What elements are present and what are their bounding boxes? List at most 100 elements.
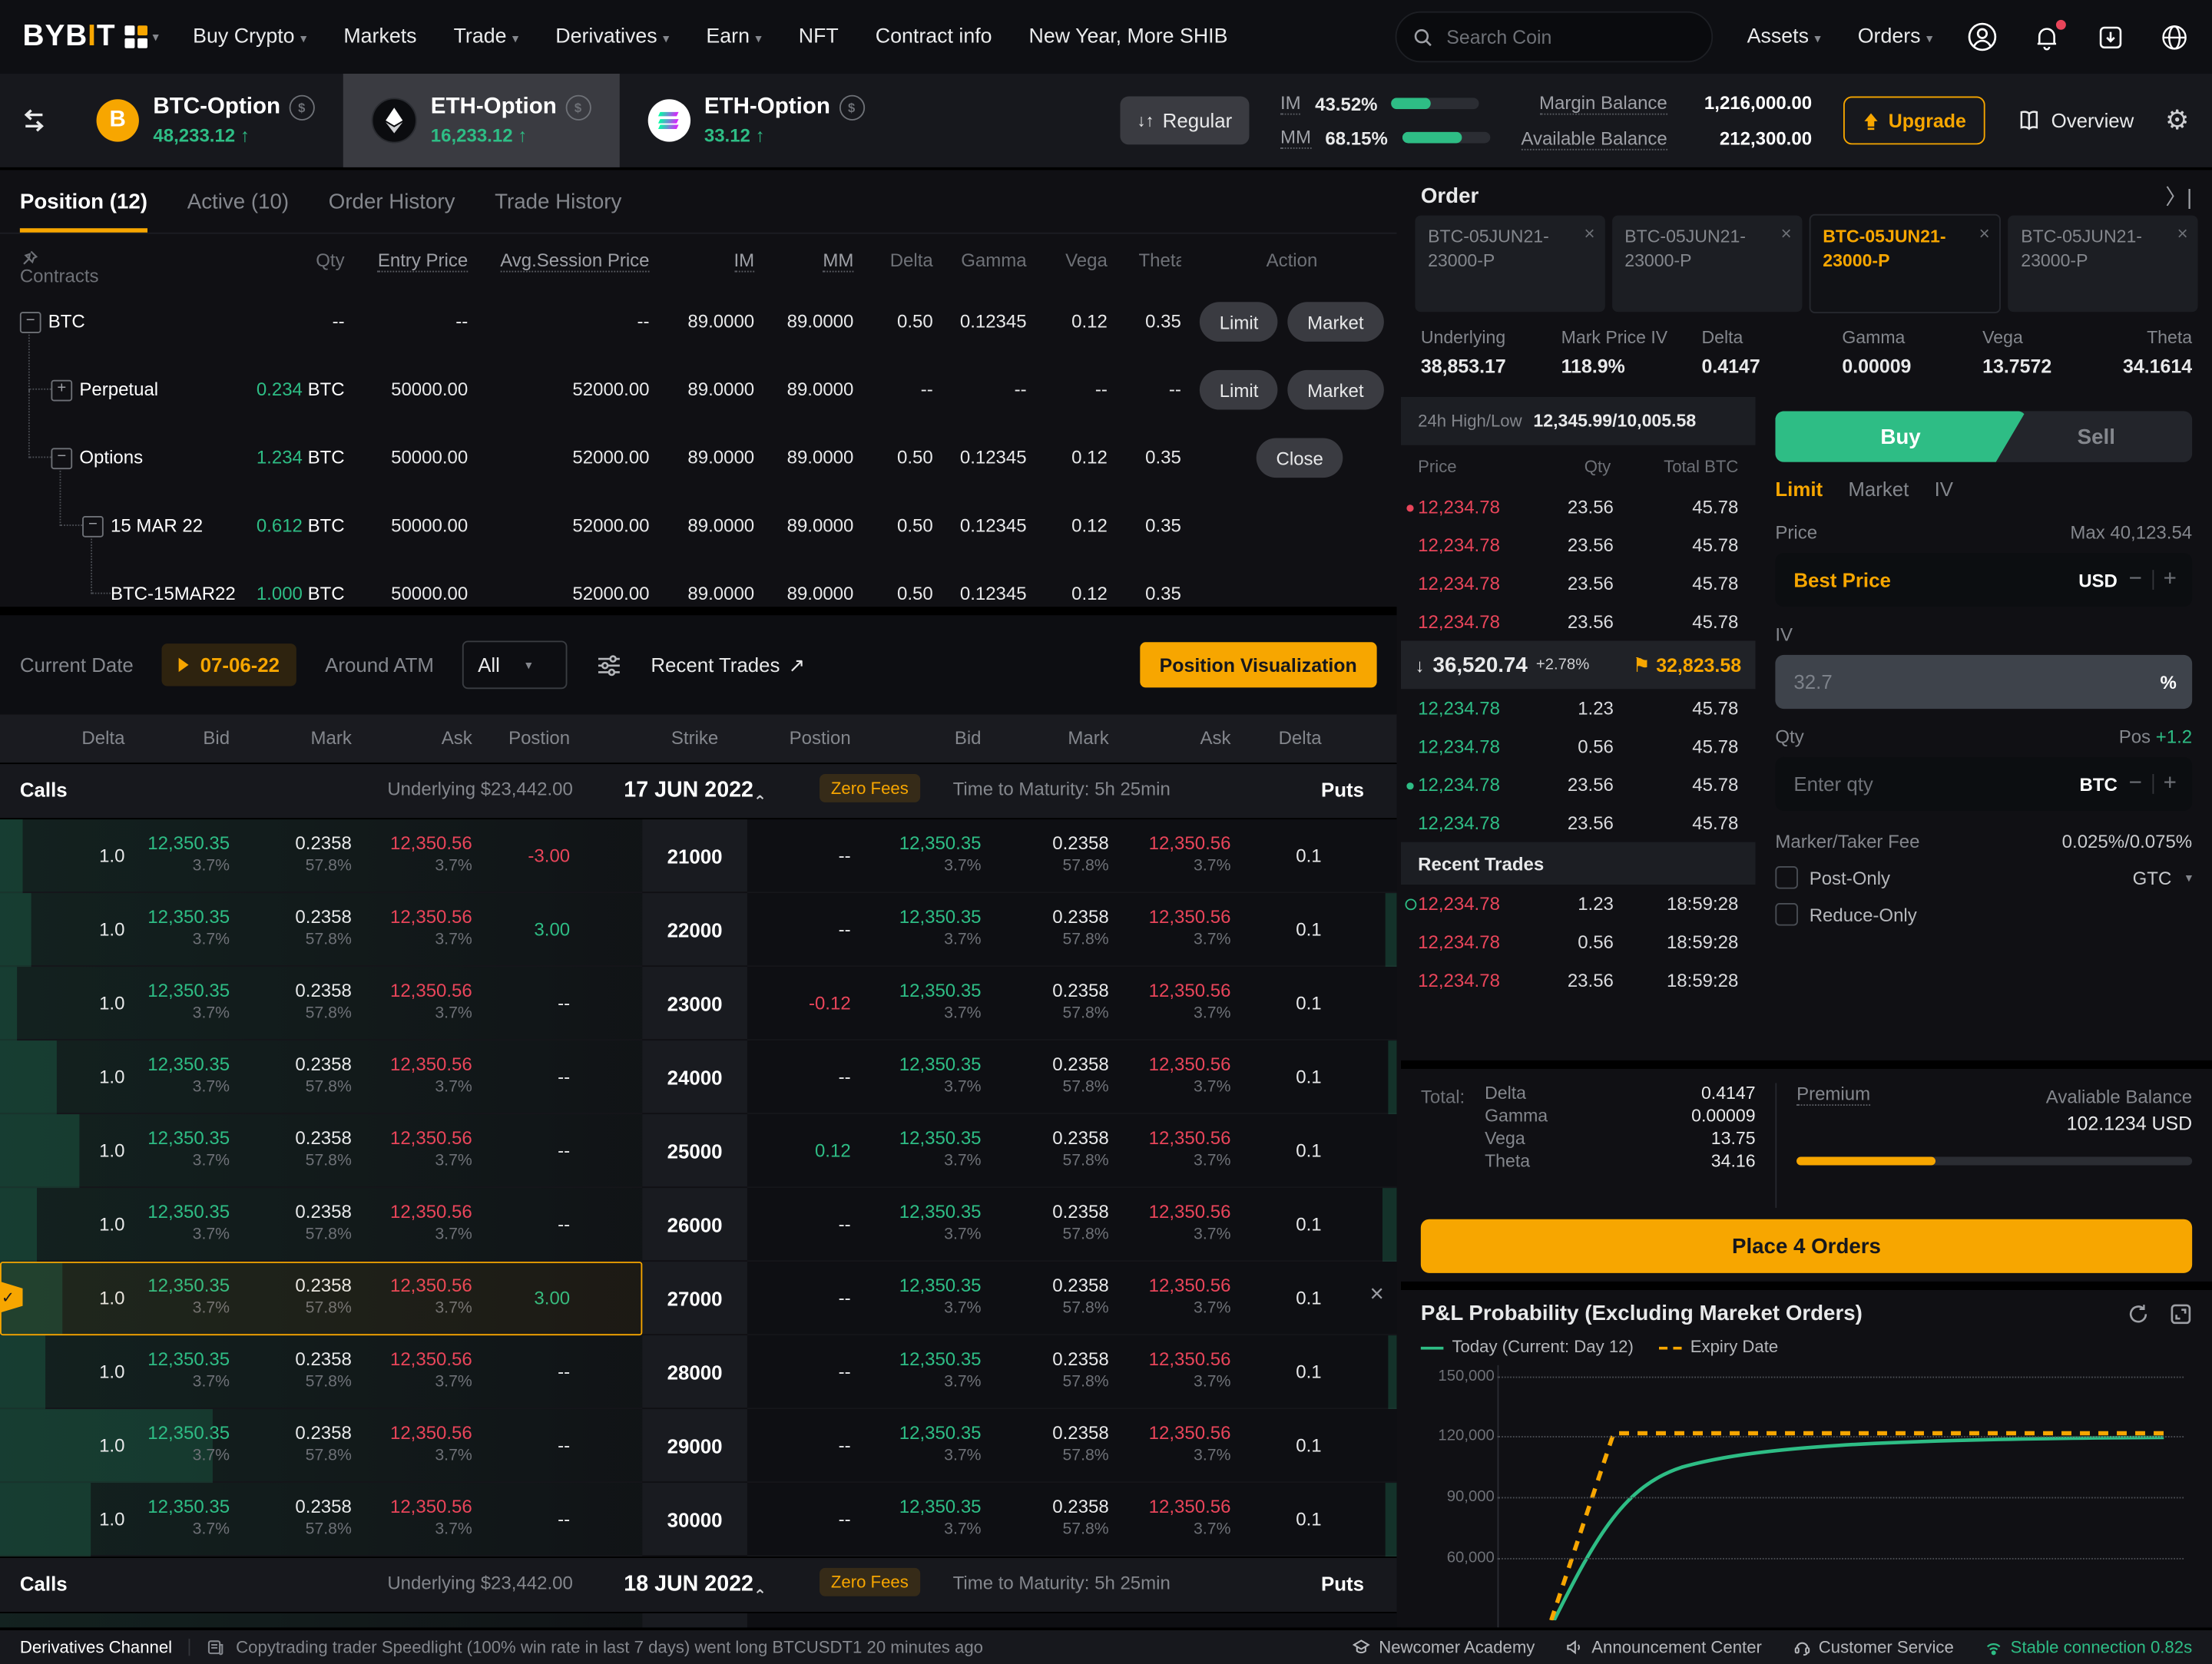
tab-trade-history[interactable]: Trade History [495,170,621,233]
globe-icon[interactable] [2160,22,2190,52]
nav-item-markets[interactable]: Markets [343,25,416,48]
contract-tab-0[interactable]: BTC-05JUN21-23000-P× [1415,216,1604,313]
expand-icon[interactable]: + [51,380,72,402]
contract-tab-3[interactable]: BTC-05JUN21-23000-P× [2008,216,2198,313]
recent-trades-link[interactable]: Recent Trades↗ [651,653,805,677]
option-row-26000[interactable]: 1.012,350.353.7%0.235857.8%12,350.563.7%… [0,1188,1396,1262]
nav-item-earn[interactable]: Earn▾ [706,25,761,48]
instrument-tab-1[interactable]: ETH-Option$16,233.12 ↑ [343,74,619,167]
order-type-iv[interactable]: IV [1935,478,1953,501]
close-tab-icon[interactable]: × [1979,221,1990,245]
position-visualization-button[interactable]: Position Visualization [1140,642,1377,687]
expand-icon[interactable] [2170,1302,2193,1325]
nav-item-trade[interactable]: Trade▾ [454,25,519,48]
overview-link[interactable]: Overview [2015,109,2134,132]
limit-close-button[interactable]: Limit [1200,302,1278,342]
nav-item-contract-info[interactable]: Contract info [876,25,992,48]
bid-row[interactable]: 12,234.780.5645.78 [1401,727,1756,766]
trade-row[interactable]: 12,234.781.2318:59:28 [1401,885,1756,923]
nav-item-orders[interactable]: Orders▾ [1858,25,1933,48]
option-row-25000[interactable]: 1.012,350.353.7%0.235857.8%12,350.563.7%… [0,1114,1396,1188]
option-row-28000[interactable]: 1.012,350.353.7%0.235857.8%12,350.563.7%… [0,1335,1396,1409]
close-tab-icon[interactable]: × [2177,221,2188,245]
limit-close-button[interactable]: Limit [1200,370,1278,410]
price-minus-button[interactable]: − [2129,567,2142,592]
contract-tab-2[interactable]: BTC-05JUN21-23000-P× [1809,214,2002,313]
nav-item-derivatives[interactable]: Derivatives▾ [555,25,669,48]
option-row-23000[interactable]: 1.012,350.353.7%0.235857.8%12,350.563.7%… [0,967,1396,1040]
bybit-logo[interactable]: BYBIT ▾ [23,20,159,54]
collapse-icon[interactable]: − [20,312,41,333]
ask-row[interactable]: 12,234.7823.5645.78 [1401,526,1756,564]
option-row-24000[interactable]: 1.012,350.353.7%0.235857.8%12,350.563.7%… [0,1040,1396,1114]
qty-input[interactable] [1791,771,2068,796]
qty-minus-button[interactable]: − [2129,771,2142,796]
order-type-limit[interactable]: Limit [1775,478,1823,501]
bid-row[interactable]: 12,234.7823.5645.78 [1401,804,1756,842]
upgrade-button[interactable]: Upgrade [1843,97,1985,145]
price-input[interactable] [1791,567,2068,592]
order-type-market[interactable]: Market [1848,478,1909,501]
search-box[interactable] [1396,12,1714,62]
price-plus-button[interactable]: + [2164,567,2177,592]
status-newcomer-academy[interactable]: Newcomer Academy [1353,1637,1535,1657]
nav-item-new-year-more-shib[interactable]: New Year, More SHIB [1029,25,1228,48]
filter-sliders-icon[interactable] [595,653,622,677]
close-button[interactable]: Close [1257,438,1343,478]
option-row-30000[interactable]: 1.012,350.353.7%0.235857.8%12,350.563.7%… [0,1483,1396,1556]
option-row-27000[interactable]: 1.012,350.353.7%0.235857.8%12,350.563.7%… [0,1262,1396,1335]
status-announcement-center[interactable]: Announcement Center [1566,1637,1762,1657]
reduce-only-checkbox[interactable] [1775,903,1798,926]
instrument-tab-0[interactable]: BBTC-Option$48,233.12 ↑ [68,74,343,167]
collapse-icon[interactable]: − [51,448,72,469]
market-close-button[interactable]: Market [1287,370,1383,410]
settings-gear-icon[interactable]: ⚙ [2165,104,2189,137]
option-row-21000[interactable]: 1.012,350.353.7%0.235857.8%12,350.563.7%… [0,819,1396,893]
derivatives-channel[interactable]: Derivatives Channel [20,1637,172,1657]
profile-icon[interactable] [1967,22,1998,53]
search-input[interactable] [1444,25,1648,48]
sell-button[interactable]: Sell [2000,411,2192,461]
post-only-checkbox[interactable] [1775,866,1798,889]
option-row-29000[interactable]: 1.012,350.353.7%0.235857.8%12,350.563.7%… [0,1409,1396,1483]
regular-mode-button[interactable]: ↓↑Regular [1120,97,1249,145]
nav-item-nft[interactable]: NFT [799,25,839,48]
ask-row[interactable]: 12,234.7823.5645.78 [1401,488,1756,526]
download-icon[interactable] [2096,22,2126,52]
apps-grid-icon[interactable] [124,25,147,48]
tab-active-10-[interactable]: Active (10) [187,170,289,233]
contract-tab-1[interactable]: BTC-05JUN21-23000-P× [1612,216,1802,313]
bid-row[interactable]: 12,234.7823.5645.78 [1401,766,1756,804]
collapse-icon[interactable]: − [82,516,104,538]
bid-row[interactable]: 12,234.781.2345.78 [1401,689,1756,727]
nav-item-assets[interactable]: Assets▾ [1747,25,1821,48]
tab-order-history[interactable]: Order History [329,170,455,233]
close-tab-icon[interactable]: × [1781,221,1792,245]
deselect-icon[interactable]: × [1370,1280,1384,1308]
atm-select[interactable]: All▾ [462,640,568,689]
market-close-button[interactable]: Market [1287,302,1383,342]
notification-bell-icon[interactable] [2032,22,2062,52]
current-date-button[interactable]: 07-06-22 [162,643,296,686]
last-price-row[interactable]: ↓ 36,520.74 +2.78% ⚑32,823.58 [1401,640,1756,689]
buy-button[interactable]: Buy [1775,411,2025,461]
place-orders-button[interactable]: Place 4 Orders [1421,1219,2192,1273]
trade-row[interactable]: 12,234.780.5618:59:28 [1401,923,1756,961]
refresh-icon[interactable] [2127,1302,2150,1325]
option-row-22000[interactable]: 1.012,350.353.7%0.235857.8%12,350.563.7%… [0,893,1396,967]
status-customer-service[interactable]: Customer Service [1793,1637,1954,1657]
swap-icon[interactable] [0,74,68,167]
trade-row[interactable]: 12,234.7823.5618:59:28 [1401,961,1756,1000]
nav-item-buy-crypto[interactable]: Buy Crypto▾ [193,25,306,48]
close-tab-icon[interactable]: × [1584,221,1594,245]
tab-position-12-[interactable]: Position (12) [20,170,147,233]
ask-row[interactable]: 12,234.7823.5645.78 [1401,564,1756,603]
qty-plus-button[interactable]: + [2164,771,2177,796]
cell-entry: 50000.00 [391,514,468,536]
iv-input[interactable] [1791,669,2149,694]
instrument-tab-2[interactable]: ETH-Option$33.12 ↑ [619,74,892,167]
ask-row[interactable]: 12,234.7823.5645.78 [1401,603,1756,641]
news-ticker[interactable]: Copytrading trader Speedlight (100% win … [207,1637,983,1657]
time-in-force-select[interactable]: GTC▾ [2133,867,2193,888]
collapse-panel-icon[interactable]: 〉| [2165,180,2192,210]
